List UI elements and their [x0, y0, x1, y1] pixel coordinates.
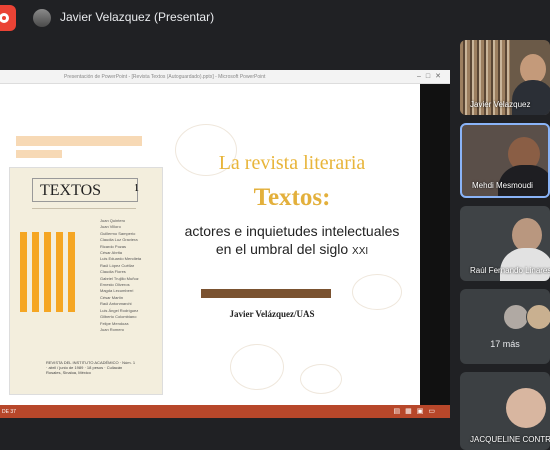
participant-avatar: [526, 304, 550, 330]
decorative-stripe: [16, 150, 62, 158]
contributor-name: Juan Romero: [100, 326, 125, 332]
slide-heading-2: Textos:: [253, 184, 331, 211]
recording-indicator[interactable]: [0, 5, 16, 31]
decorative-bar: [201, 289, 331, 298]
century-numeral: XXI: [352, 246, 369, 257]
cover-footer-text: REVISTA DEL INSTITUTO ACADÉMICO · Núm. 1…: [46, 360, 136, 375]
normal-view-icon[interactable]: ▤: [394, 408, 406, 415]
cover-title: TEXTOS: [40, 182, 102, 199]
presenter-label: Javier Velazquez (Presentar): [60, 10, 215, 24]
participant-name: Mehdi Mesmoudi: [472, 181, 533, 190]
participant-video-body: [500, 248, 550, 281]
slide-letterbox: [420, 84, 450, 405]
cover-issue-number: 1: [134, 183, 139, 194]
contributor-name: Luis Eduardo Mendieta: [100, 256, 142, 262]
contributor-name: Claudia Luz Graviera: [100, 237, 138, 243]
cover-bar: [32, 232, 39, 312]
more-participants-count: 17 más: [490, 339, 520, 349]
reading-view-icon[interactable]: ▣: [417, 408, 429, 415]
participant-tile[interactable]: JACQUELINE CONTRERAS: [460, 372, 550, 450]
view-controls[interactable]: ▤▦▣▭: [394, 407, 441, 415]
record-icon: [0, 13, 9, 23]
maximize-icon[interactable]: □: [426, 73, 435, 80]
more-participants-tile[interactable]: 17 más: [460, 289, 550, 364]
presenter-avatar: [33, 9, 51, 27]
participant-name: JACQUELINE CONTRERAS: [470, 435, 550, 444]
participant-tile[interactable]: Javier Velazquez: [460, 40, 550, 115]
meeting-top-bar: Javier Velazquez (Presentar): [0, 0, 550, 36]
powerpoint-title-bar: Presentación de PowerPoint - [Revista Te…: [0, 70, 450, 84]
participant-tile-active-speaker[interactable]: Mehdi Mesmoudi: [460, 123, 550, 198]
slide-canvas: TEXTOS 1 Juan Quintero Juan Villoro Guil…: [0, 84, 420, 405]
cover-bar: [68, 232, 75, 312]
cover-bars-graphic: [20, 232, 75, 312]
slide-heading-3-line-1: actores e inquietudes intelectuales: [184, 223, 400, 239]
slide-counter: DE 37: [2, 409, 16, 415]
participant-video: [512, 218, 542, 252]
decorative-coffee-bean: [300, 364, 342, 394]
cover-divider: [32, 208, 136, 209]
powerpoint-status-bar: DE 37 ▤▦▣▭: [0, 405, 450, 418]
minimize-icon[interactable]: –: [417, 73, 426, 80]
contributor-name: Gilberto Colombiano: [100, 314, 137, 320]
participant-tile[interactable]: Raúl Fernando Linares: [460, 206, 550, 281]
window-controls[interactable]: –□✕: [417, 72, 446, 80]
participant-video-body: [512, 80, 550, 115]
cover-bar: [56, 232, 63, 312]
slideshow-icon[interactable]: ▭: [428, 408, 440, 415]
heading-3-text: en el umbral del siglo: [215, 241, 349, 257]
decorative-coffee-bean: [352, 274, 402, 310]
sorter-view-icon[interactable]: ▦: [405, 408, 417, 415]
slide-author: Javier Velázquez/UAS: [229, 309, 315, 319]
slide-heading-3: actores e inquietudes intelectuales en e…: [172, 222, 412, 261]
presentation-stage: Presentación de PowerPoint - [Revista Te…: [0, 70, 450, 418]
magazine-cover-image: TEXTOS 1 Juan Quintero Juan Villoro Guil…: [9, 167, 163, 395]
slide-heading-1: La revista literaria: [218, 152, 366, 174]
cover-bar: [44, 232, 51, 312]
window-title: Presentación de PowerPoint - [Revista Te…: [64, 74, 266, 80]
close-icon[interactable]: ✕: [435, 73, 446, 80]
decorative-stripe: [16, 136, 142, 146]
participant-avatar: [506, 388, 546, 428]
participant-name: Javier Velazquez: [470, 100, 531, 109]
cover-contributor-list: Juan Quintero Juan Villoro Guillermo Sam…: [100, 218, 141, 333]
decorative-coffee-cup: [230, 344, 284, 390]
slide-heading-3-line-2: en el umbral del siglo XXI: [172, 240, 412, 261]
participant-name: Raúl Fernando Linares: [470, 266, 550, 275]
cover-bar: [20, 232, 27, 312]
